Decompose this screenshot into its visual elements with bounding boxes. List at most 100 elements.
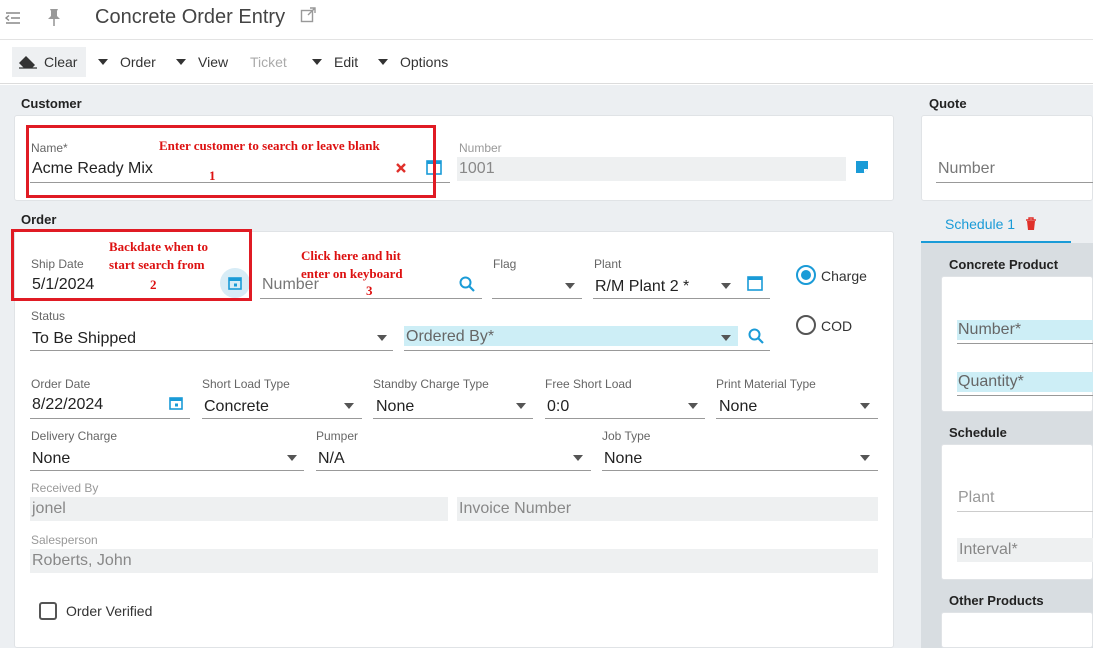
quote-section-title: Quote [929,96,967,111]
annotation-2-line1: Backdate when to [109,239,208,254]
short-load-type-underline [202,418,362,419]
status-select[interactable]: To Be Shipped [32,330,136,348]
order-verified-checkbox[interactable] [39,602,57,620]
edit-menu-label: Edit [334,54,359,70]
job-type-dropdown-icon[interactable] [860,455,870,461]
short-load-type-select[interactable]: Concrete [204,398,269,416]
quote-number-input[interactable]: Number [938,160,995,178]
flag-select[interactable] [492,298,582,299]
salesperson-field: Roberts, John [30,549,878,573]
cod-radio[interactable] [796,315,816,335]
standby-charge-type-dropdown-icon[interactable] [516,403,526,409]
delivery-charge-underline [30,470,304,471]
view-menu-label: View [198,54,229,70]
open-external-icon[interactable] [300,7,316,23]
salesperson-value: Roberts, John [32,552,132,569]
ticket-menu-label: Ticket [250,54,287,70]
ticket-menu[interactable]: Ticket [250,47,287,77]
annotation-2-number: 2 [150,277,157,292]
page-title: Concrete Order Entry [95,6,286,28]
search-icon[interactable] [459,276,475,292]
charge-radio[interactable] [796,265,816,285]
schedule-section-title: Schedule [949,425,1007,440]
annotation-1-text: Enter customer to search or leave blank [159,138,380,153]
other-products-section-title: Other Products [949,593,1044,608]
short-load-type-label: Short Load Type [202,377,290,391]
ordered-by-search-icon[interactable] [748,328,764,344]
delivery-charge-dropdown-icon[interactable] [287,455,297,461]
trash-icon[interactable] [1025,217,1037,231]
customer-number-field: 1001 [457,157,846,181]
job-type-select[interactable]: None [604,450,642,468]
status-underline [30,350,393,351]
product-number-input[interactable]: Number* [958,321,1021,339]
order-date-calendar-icon[interactable] [169,396,183,410]
title-bar: Concrete Order Entry [0,0,1093,40]
short-load-type-dropdown-icon[interactable] [344,403,354,409]
annotation-3-line2: enter on keyboard [301,266,403,281]
concrete-product-section-title: Concrete Product [949,257,1059,272]
order-date-label: Order Date [31,377,91,391]
print-material-type-select[interactable]: None [719,398,757,416]
pumper-select[interactable]: N/A [318,450,345,468]
invoice-number-field: Invoice Number [457,497,878,521]
product-number-underline [957,343,1093,344]
free-short-load-select[interactable]: 0:0 [547,398,569,416]
plant-select[interactable]: R/M Plant 2 * [595,278,689,296]
flag-dropdown-icon[interactable] [565,283,575,289]
edit-menu[interactable]: Edit [312,47,358,77]
plant-lookup-icon[interactable] [747,276,763,291]
clear-button[interactable]: Clear [12,47,86,77]
customer-number-label: Number [459,141,502,155]
annotation-1-number: 1 [209,168,216,183]
note-icon[interactable] [855,160,869,174]
caret-down-icon [176,59,186,65]
ordered-by-dropdown-icon[interactable] [721,335,731,341]
plant-label: Plant [594,257,622,271]
order-menu-label: Order [120,54,156,70]
view-menu[interactable]: View [176,47,228,77]
job-type-underline [602,470,878,471]
pumper-dropdown-icon[interactable] [573,455,583,461]
cod-label: COD [821,318,853,334]
free-short-load-underline [545,418,705,419]
received-by-label: Received By [31,481,99,495]
other-products-card [941,612,1093,648]
order-verified-label: Order Verified [66,603,153,619]
menu-collapse-icon[interactable] [4,9,22,27]
received-by-field: jonel [30,497,448,521]
interval-field: Interval* [957,538,1093,562]
quote-card [921,115,1093,201]
print-material-type-dropdown-icon[interactable] [860,403,870,409]
order-menu[interactable]: Order [98,47,156,77]
delivery-charge-select[interactable]: None [32,450,70,468]
order-date-input[interactable]: 8/22/2024 [32,396,103,414]
caret-down-icon [378,59,388,65]
options-menu[interactable]: Options [378,47,448,77]
clear-label: Clear [44,54,78,70]
salesperson-label: Salesperson [31,533,98,547]
toolbar: Clear Order View Ticket Edit Options [0,40,1093,84]
status-dropdown-icon[interactable] [377,335,387,341]
invoice-number-placeholder: Invoice Number [459,500,572,517]
annotation-box-1 [26,125,436,198]
customer-number-value: 1001 [459,160,495,177]
flag-label: Flag [493,257,517,271]
quantity-underline [957,395,1093,396]
received-by-value: jonel [32,500,66,517]
charge-label: Charge [821,268,867,284]
pumper-underline [316,470,591,471]
pin-icon[interactable] [45,7,63,27]
quantity-input[interactable]: Quantity* [958,373,1024,391]
schedule-plant-input[interactable]: Plant [958,489,994,507]
schedule-plant-underline [957,511,1093,512]
standby-charge-type-label: Standby Charge Type [373,377,489,391]
quote-number-underline [936,182,1093,183]
options-menu-label: Options [400,54,449,70]
ordered-by-input[interactable]: Ordered By* [406,328,494,346]
free-short-load-dropdown-icon[interactable] [688,403,698,409]
tab-schedule-1[interactable]: Schedule 1 [945,216,1015,232]
caret-down-icon [98,59,108,65]
standby-charge-type-select[interactable]: None [376,398,414,416]
plant-dropdown-icon[interactable] [721,283,731,289]
